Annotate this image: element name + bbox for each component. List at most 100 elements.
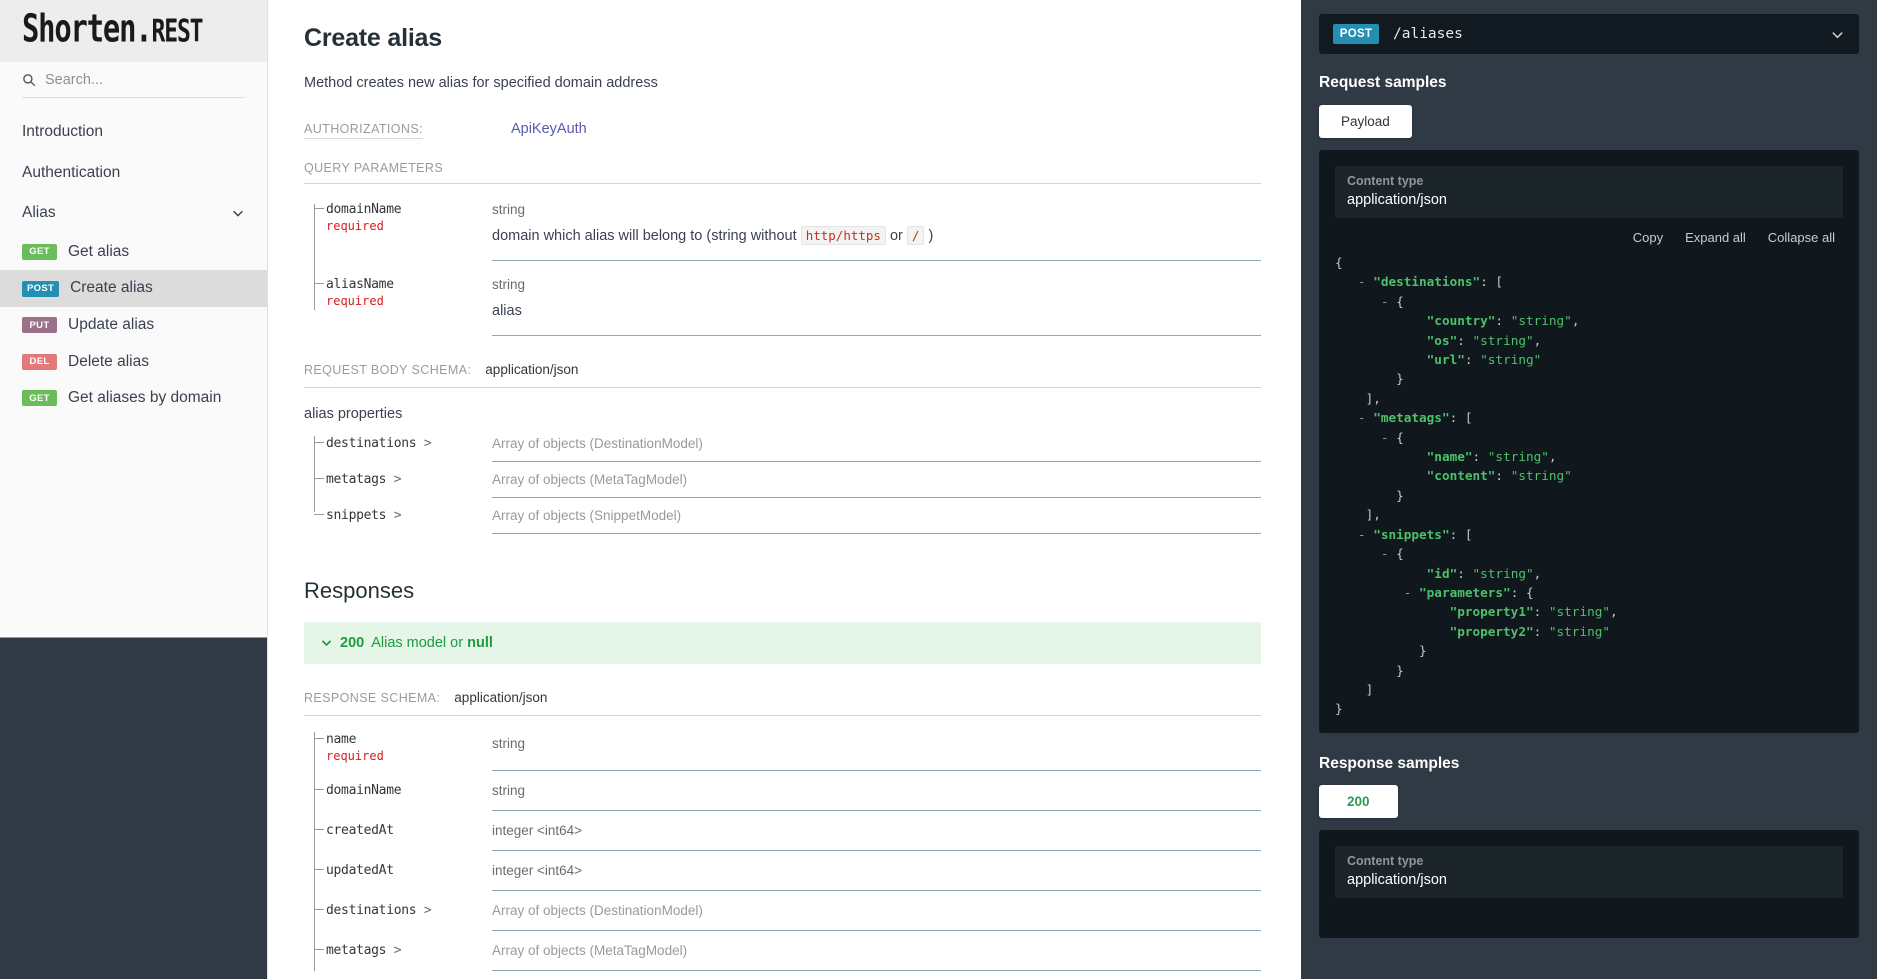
- sidebar-item-label: Introduction: [22, 123, 245, 142]
- param-type: Array of objects (DestinationModel): [492, 903, 1261, 918]
- content-type-value: application/json: [1347, 872, 1831, 888]
- sidebar-group-label: Alias: [22, 204, 231, 223]
- method-badge-post: POST: [1333, 24, 1379, 44]
- param-type: string: [492, 277, 1261, 292]
- param-detail-cell: string domain which alias will belong to…: [492, 186, 1261, 261]
- param-name: metatags >: [326, 943, 492, 958]
- method-badge-get: GET: [22, 244, 57, 260]
- code-actions: Copy Expand all Collapse all: [1319, 218, 1859, 249]
- sidebar-item-get-aliases-by-domain[interactable]: GET Get aliases by domain: [0, 380, 267, 417]
- param-name-text: metatags: [326, 943, 386, 958]
- sidebar-item-label: Update alias: [68, 316, 245, 335]
- param-detail-cell: Array of objects (DestinationModel): [492, 426, 1261, 462]
- status-text-main: Alias model or: [371, 635, 467, 651]
- table-row[interactable]: destinations > Array of objects (Destina…: [304, 426, 1261, 462]
- search-icon: [22, 73, 36, 87]
- type-prefix: Array of: [492, 508, 543, 523]
- sidebar-item-update-alias[interactable]: PUT Update alias: [0, 307, 267, 344]
- logo-main: Shorten: [22, 7, 135, 52]
- param-type: Array of objects (MetaTagModel): [492, 943, 1261, 958]
- table-row[interactable]: metatags > Array of objects (MetaTagMode…: [304, 931, 1261, 971]
- content-type-box[interactable]: Content type application/json: [1335, 166, 1843, 218]
- type-prefix: Array of: [492, 436, 543, 451]
- expand-caret-icon[interactable]: >: [424, 903, 432, 918]
- status-text: Alias model or null: [371, 635, 493, 651]
- content-type-value: application/json: [1347, 192, 1831, 208]
- table-row[interactable]: metatags > Array of objects (MetaTagMode…: [304, 462, 1261, 498]
- expand-caret-icon[interactable]: >: [424, 436, 432, 451]
- param-name: metatags >: [326, 472, 492, 487]
- endpoint-selector[interactable]: POST /aliases: [1319, 14, 1859, 54]
- search-input[interactable]: [45, 72, 245, 88]
- copy-button[interactable]: Copy: [1633, 230, 1663, 245]
- param-detail-cell: string: [492, 771, 1261, 811]
- query-parameters-table: domainName required string domain which …: [304, 186, 1261, 336]
- chevron-down-icon: [1830, 27, 1845, 42]
- table-row[interactable]: snippets > Array of objects (SnippetMode…: [304, 498, 1261, 534]
- authorizations-value[interactable]: ApiKeyAuth: [511, 121, 587, 137]
- sidebar-item-label: Authentication: [22, 164, 245, 183]
- param-name-text: destinations: [326, 436, 416, 451]
- param-name: updatedAt: [326, 863, 492, 878]
- param-type: string: [492, 202, 1261, 217]
- param-name: destinations >: [326, 436, 492, 451]
- param-required: required: [326, 294, 492, 308]
- table-row: updatedAt integer <int64>: [304, 851, 1261, 891]
- param-name-text: destinations: [326, 903, 416, 918]
- responses-title: Responses: [304, 578, 1261, 604]
- method-description: Method creates new alias for specified d…: [304, 75, 1261, 91]
- param-name-cell: destinations >: [304, 891, 492, 931]
- body-properties-table: destinations > Array of objects (Destina…: [304, 426, 1261, 534]
- tab-payload[interactable]: Payload: [1319, 105, 1412, 138]
- sidebar-item-label: Get aliases by domain: [68, 389, 245, 408]
- expand-all-button[interactable]: Expand all: [1685, 230, 1746, 245]
- response-200-banner[interactable]: 200 Alias model or null: [304, 622, 1261, 664]
- param-name-text: metatags: [326, 472, 386, 487]
- param-detail-cell: string: [492, 718, 1261, 771]
- table-row[interactable]: destinations > Array of objects (Destina…: [304, 891, 1261, 931]
- expand-caret-icon[interactable]: >: [394, 508, 402, 523]
- app-root: Shorten.REST Introduction Authentication…: [0, 0, 1877, 979]
- chevron-down-icon: [320, 636, 333, 649]
- response-samples-title: Response samples: [1319, 755, 1859, 773]
- param-detail-cell: Array of objects (MetaTagModel): [492, 462, 1261, 498]
- table-row: domainName required string domain which …: [304, 186, 1261, 261]
- param-description: domain which alias will belong to (strin…: [492, 226, 1261, 248]
- param-type: Array of objects (SnippetModel): [492, 508, 1261, 523]
- content-type-box[interactable]: Content type application/json: [1335, 846, 1843, 898]
- logo-dot: .: [135, 7, 151, 52]
- type-main: objects (MetaTagModel): [543, 472, 687, 487]
- sidebar-item-authentication[interactable]: Authentication: [0, 153, 267, 194]
- param-detail-cell: Array of objects (DestinationModel): [492, 891, 1261, 931]
- param-name-cell: metatags >: [304, 462, 492, 498]
- type-main: objects (DestinationModel): [543, 436, 703, 451]
- param-type: integer <int64>: [492, 863, 1261, 878]
- sidebar-item-label: Delete alias: [68, 353, 245, 372]
- method-badge-del: DEL: [22, 354, 57, 370]
- request-body-schema-header: REQUEST BODY SCHEMA: application/json: [304, 362, 1261, 388]
- param-detail-cell: integer <int64>: [492, 811, 1261, 851]
- collapse-all-button[interactable]: Collapse all: [1768, 230, 1835, 245]
- request-payload-json: { - "destinations": [ - { "country": "st…: [1319, 249, 1859, 733]
- inline-code: /: [907, 226, 925, 245]
- search-box[interactable]: [22, 72, 245, 98]
- sidebar-group-alias[interactable]: Alias: [0, 193, 267, 234]
- sidebar-item-create-alias[interactable]: POST Create alias: [0, 270, 267, 307]
- expand-caret-icon[interactable]: >: [394, 943, 402, 958]
- content-type-label: Content type: [1347, 854, 1831, 868]
- table-row: name required string: [304, 718, 1261, 771]
- authorizations-label: AUTHORIZATIONS:: [304, 122, 423, 139]
- response-code-panel: Content type application/json: [1319, 830, 1859, 938]
- sidebar-item-introduction[interactable]: Introduction: [0, 112, 267, 153]
- expand-caret-icon[interactable]: >: [394, 472, 402, 487]
- tab-response-200[interactable]: 200: [1319, 785, 1398, 818]
- sidebar-group-click[interactable]: Click: [0, 425, 267, 979]
- method-badge-post: POST: [22, 281, 59, 297]
- logo[interactable]: Shorten.REST: [0, 0, 267, 62]
- authorizations-row: AUTHORIZATIONS: ApiKeyAuth: [304, 121, 1261, 139]
- chevron-down-icon: [231, 206, 245, 220]
- param-name: domainName: [326, 783, 492, 798]
- sidebar-item-delete-alias[interactable]: DEL Delete alias: [0, 344, 267, 381]
- sidebar-item-get-alias[interactable]: GET Get alias: [0, 234, 267, 271]
- param-name: aliasName: [326, 277, 492, 292]
